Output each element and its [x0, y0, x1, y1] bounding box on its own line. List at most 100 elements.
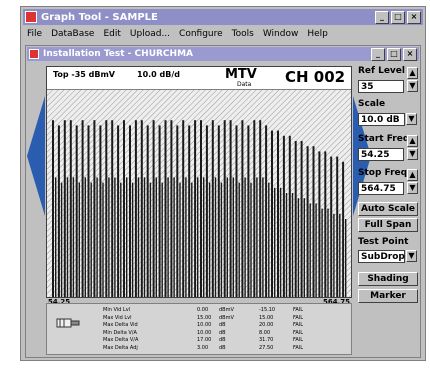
test-point-select[interactable]: SubDrop: [358, 250, 405, 263]
video-carrier-bar: [129, 125, 131, 297]
measurement-name: Min Delta V/A: [103, 329, 137, 336]
video-carrier-bar: [229, 120, 232, 297]
app-title: Graph Tool - SAMPLE: [41, 11, 158, 23]
auto-scale-button[interactable]: Auto Scale: [358, 202, 418, 216]
start-freq-up-button[interactable]: ▲: [407, 135, 418, 147]
audio-carrier-bar: [238, 182, 240, 297]
scroll-left-arrow-icon[interactable]: [27, 96, 45, 216]
audio-carrier-bar: [90, 182, 92, 297]
app-icon: [25, 11, 37, 23]
menu-upload[interactable]: Upload...: [130, 29, 170, 39]
shading-button[interactable]: Shading: [358, 272, 418, 286]
audio-carrier-bar: [208, 182, 211, 297]
child-maximize-button[interactable]: □: [387, 48, 401, 61]
audio-carrier-bar: [197, 177, 199, 297]
spectrum-plot: [47, 89, 351, 297]
video-carrier-bar: [330, 156, 333, 297]
spectrum-graph[interactable]: Top -35 dBmV 10.0 dB/d MTV Data CH 002: [46, 66, 352, 298]
audio-carrier-bar: [114, 177, 116, 297]
audio-carrier-bar: [155, 177, 157, 297]
video-carrier-bar: [253, 120, 256, 297]
child-close-button[interactable]: ×: [403, 48, 417, 61]
measurement-unit: dB: [219, 322, 226, 328]
audio-carrier-bar: [84, 177, 86, 297]
scale-control: Scale: [358, 99, 418, 109]
audio-carrier-bar: [262, 177, 264, 297]
video-carrier-bar: [194, 120, 197, 297]
start-freq-down-button[interactable]: ▼: [407, 148, 418, 160]
audio-carrier-bar: [173, 177, 175, 297]
test-point-dropdown-icon[interactable]: ▼: [406, 250, 417, 262]
measurement-name: Max Delta V/A: [103, 337, 139, 343]
stop-freq-down-button[interactable]: ▼: [407, 182, 418, 194]
measurement-value: -15.10: [259, 307, 276, 313]
channel-number: CH 002: [285, 68, 346, 86]
video-carrier-bar: [217, 125, 220, 297]
measurement-value: 15.00: [259, 314, 274, 321]
menu-edit[interactable]: Edit: [103, 29, 120, 39]
video-carrier-bar: [265, 125, 268, 297]
audio-carrier-bar: [179, 182, 181, 297]
audio-carrier-bar: [191, 182, 193, 297]
video-carrier-bar: [111, 120, 114, 297]
app-window: Graph Tool - SAMPLE _ □ × File DataBase …: [20, 6, 426, 361]
child-titlebar: Installation Test - CHURCHMA _ □ ×: [27, 47, 419, 61]
video-carrier-bar: [69, 120, 72, 297]
audio-carrier-bar: [244, 177, 246, 297]
measurement-status: FAIL: [293, 314, 304, 321]
stop-freq-up-button[interactable]: ▲: [407, 169, 418, 181]
video-carrier-bar: [300, 141, 303, 297]
video-carrier-bar: [188, 125, 191, 297]
measurement-unit: dB: [219, 337, 226, 343]
audio-carrier-bar: [226, 177, 228, 297]
maximize-button[interactable]: □: [391, 11, 405, 24]
video-carrier-bar: [176, 125, 179, 297]
measurement-list: Min Vid Lvl 0.00 dBmV -15.10 FAIL Max Vid Lvl…: [47, 307, 351, 353]
minimize-button[interactable]: _: [375, 11, 389, 24]
audio-carrier-bar: [220, 182, 223, 297]
audio-carrier-bar: [72, 177, 75, 297]
top-reading: Top -35 dBmV: [53, 70, 115, 79]
menu-file[interactable]: File: [27, 29, 42, 39]
measurement-row: Max Delta Vid 10.00 dB 20.00 FAIL: [47, 322, 351, 328]
child-icon: [29, 49, 39, 59]
child-minimize-button[interactable]: _: [371, 48, 385, 61]
marker-button[interactable]: Marker: [358, 289, 418, 303]
audio-carrier-bar: [333, 213, 335, 297]
ref-level-up-button[interactable]: ▲: [407, 67, 418, 79]
video-carrier-bar: [52, 120, 54, 297]
audio-carrier-bar: [345, 219, 347, 297]
ref-level-down-button[interactable]: ▼: [407, 80, 418, 92]
audio-carrier-bar: [161, 182, 163, 297]
measurement-value: 27.50: [259, 344, 274, 351]
audio-carrier-bar: [78, 182, 80, 297]
measurement-value: 31.70: [259, 337, 274, 343]
menu-help[interactable]: Help: [307, 29, 328, 39]
menu-database[interactable]: DataBase: [51, 29, 94, 39]
menu-tools[interactable]: Tools: [232, 29, 254, 39]
video-carrier-bar: [200, 120, 202, 297]
audio-carrier-bar: [126, 177, 128, 297]
audio-carrier-bar: [268, 182, 270, 297]
test-point-control: Test Point: [358, 237, 418, 247]
audio-carrier-bar: [120, 182, 122, 297]
app-titlebar: Graph Tool - SAMPLE _ □ ×: [23, 9, 423, 25]
scale-dropdown-icon[interactable]: ▼: [406, 113, 417, 125]
video-carrier-bar: [57, 125, 60, 297]
scale-select[interactable]: 10.0 dB: [358, 113, 405, 126]
close-button[interactable]: ×: [407, 11, 421, 24]
video-carrier-bar: [312, 146, 315, 297]
child-title: Installation Test - CHURCHMA: [43, 49, 193, 59]
audio-carrier-bar: [143, 177, 146, 297]
measurement-limit: 10.00: [197, 329, 212, 336]
noise-hatch: [47, 89, 351, 297]
video-carrier-bar: [277, 130, 279, 297]
graph-header: Top -35 dBmV 10.0 dB/d MTV Data CH 002: [47, 67, 351, 90]
start-freq-field[interactable]: 54.25: [358, 148, 404, 161]
full-span-button[interactable]: Full Span: [358, 218, 418, 232]
stop-freq-field[interactable]: 564.75: [358, 182, 404, 195]
menu-window[interactable]: Window: [263, 29, 299, 39]
menu-configure[interactable]: Configure: [179, 29, 223, 39]
audio-carrier-bar: [303, 198, 305, 297]
ref-level-field[interactable]: 35: [358, 80, 404, 93]
